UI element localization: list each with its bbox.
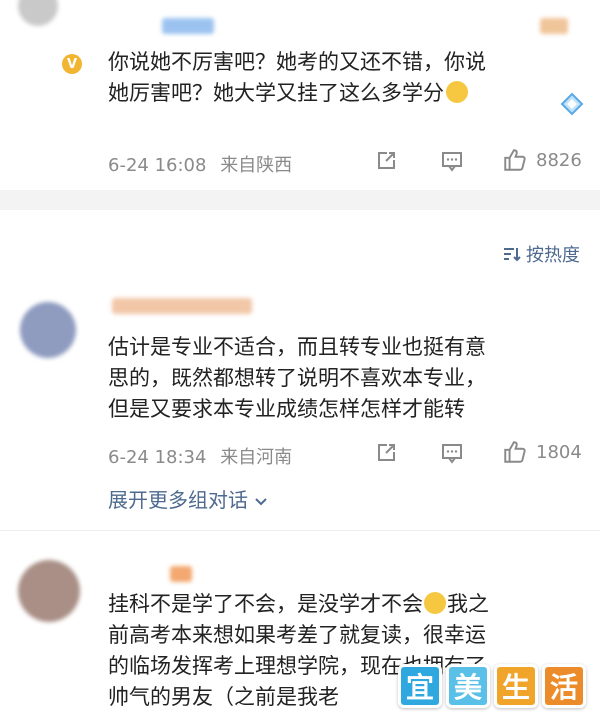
comment-line: 前高考本来想如果考差了就复读，很幸运 [108, 623, 486, 647]
section-divider-line [0, 530, 600, 531]
sort-toggle[interactable]: 按热度 [502, 241, 580, 267]
comment-line: 思的，既然都想转了说明不喜欢本专业， [108, 366, 486, 390]
like-button[interactable]: 8826 [502, 147, 582, 173]
username-tail [540, 18, 568, 34]
username[interactable] [162, 18, 214, 34]
watermark-char: 活 [542, 664, 586, 708]
share-button[interactable] [374, 441, 398, 465]
comment-location: 来自河南 [220, 447, 293, 468]
diamond-badge-icon [560, 92, 584, 116]
section-divider [0, 190, 600, 210]
watermark-char: 美 [446, 664, 490, 708]
sort-icon [504, 248, 521, 262]
comment-text: 估计是专业不适合，而且转专业也挺有意 思的，既然都想转了说明不喜欢本专业， 但是… [108, 332, 486, 425]
like-count: 8826 [536, 149, 582, 171]
thumbs-up-icon [504, 149, 526, 171]
watermark-char: 生 [494, 664, 538, 708]
user-avatar[interactable] [18, 560, 80, 622]
comment-button[interactable] [440, 441, 464, 465]
like-count: 1804 [536, 441, 582, 463]
thumbs-up-icon [504, 441, 526, 463]
sort-label: 按热度 [526, 245, 580, 266]
comment-icon [442, 152, 462, 172]
comment-time: 6-24 16:08 [108, 155, 207, 176]
like-button[interactable]: 1804 [502, 439, 582, 465]
comment-button[interactable] [440, 149, 464, 173]
comment-location: 来自陕西 [220, 155, 293, 176]
share-icon [378, 152, 395, 169]
chevron-down-icon [255, 497, 268, 505]
expand-replies-label: 展开更多组对话 [108, 488, 248, 512]
share-icon [378, 444, 395, 461]
comment-time: 6-24 18:34 [108, 447, 207, 468]
watermark-char: 宜 [398, 664, 442, 708]
laugh-emoji-icon [424, 592, 446, 614]
verified-badge-icon: V [62, 54, 82, 74]
user-avatar[interactable] [20, 302, 76, 358]
watermark-logo: 宜 美 生 活 [398, 664, 586, 708]
comment-meta: 6-24 16:08 来自陕西 [108, 151, 292, 177]
user-avatar[interactable] [18, 0, 58, 26]
share-button[interactable] [374, 149, 398, 173]
comment-line: 你说她不厉害吧？她考的又还不错，你说 [108, 50, 486, 74]
username[interactable] [112, 298, 252, 314]
comment-text: 你说她不厉害吧？她考的又还不错，你说 她厉害吧？她大学又挂了这么多学分 [108, 47, 486, 109]
expand-replies-link[interactable]: 展开更多组对话 [108, 484, 268, 513]
username[interactable] [170, 566, 192, 582]
comment-line: 估计是专业不适合，而且转专业也挺有意 [108, 335, 486, 359]
comment-meta: 6-24 18:34 来自河南 [108, 443, 292, 469]
laugh-emoji-icon [446, 81, 468, 103]
comment-line: 但是又要求本专业成绩怎样怎样才能转 [108, 397, 465, 421]
comment-line: 挂科不是学了不会，是没学才不会 我之 [108, 592, 489, 616]
comment-icon [442, 444, 462, 464]
comment-line: 她厉害吧？她大学又挂了这么多学分 [108, 78, 486, 109]
